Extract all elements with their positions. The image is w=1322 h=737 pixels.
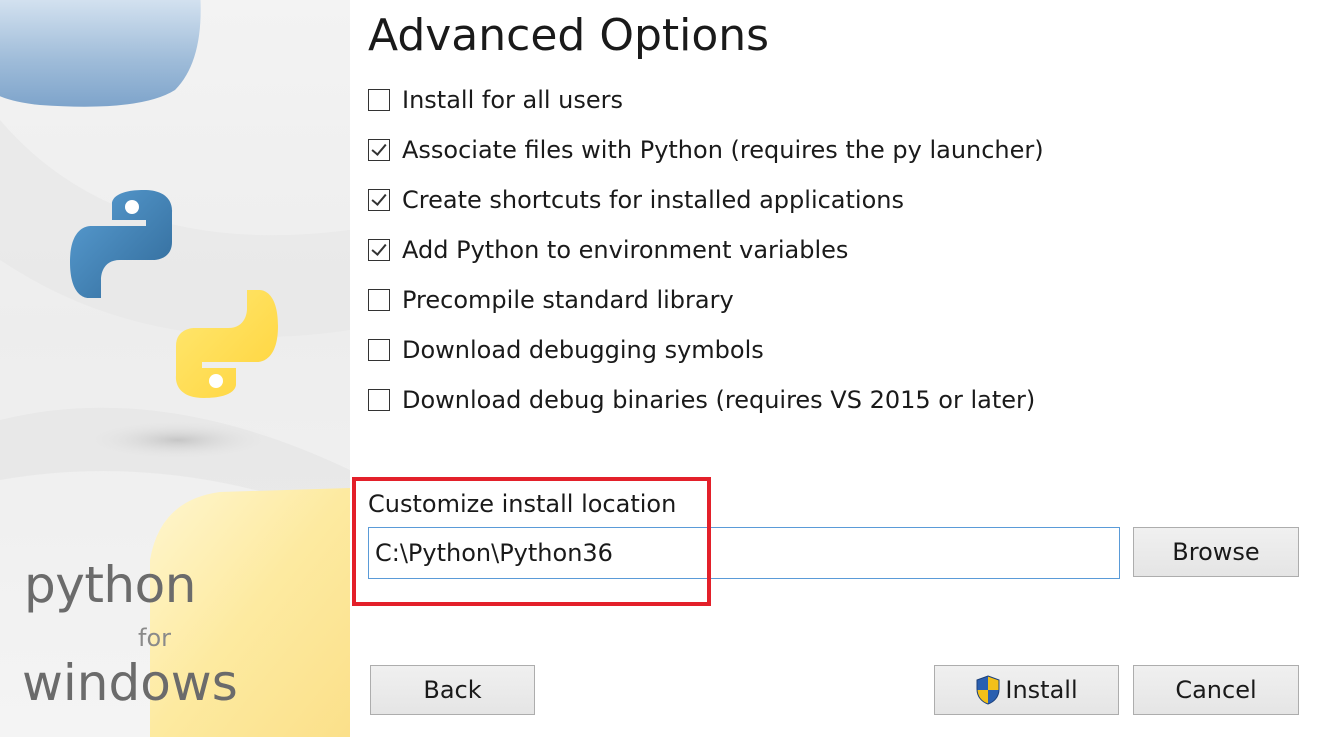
- checkbox-add-to-path[interactable]: [368, 239, 390, 261]
- installer-window: python for windows Advanced Options Inst…: [0, 0, 1322, 737]
- checkbox-precompile-stdlib[interactable]: [368, 289, 390, 311]
- option-add-to-path[interactable]: Add Python to environment variables: [368, 235, 848, 265]
- checkbox-create-shortcuts[interactable]: [368, 189, 390, 211]
- option-associate-files[interactable]: Associate files with Python (requires th…: [368, 135, 1044, 165]
- install-button-label: Install: [1005, 676, 1078, 704]
- brand-windows-text: windows: [22, 654, 238, 712]
- checkbox-associate-files[interactable]: [368, 139, 390, 161]
- option-label: Precompile standard library: [402, 286, 734, 314]
- brand-for-text: for: [138, 624, 171, 652]
- option-debug-symbols[interactable]: Download debugging symbols: [368, 335, 764, 365]
- option-label: Associate files with Python (requires th…: [402, 136, 1044, 164]
- side-banner: python for windows: [0, 0, 350, 737]
- browse-button[interactable]: Browse: [1133, 527, 1299, 577]
- option-label: Install for all users: [402, 86, 624, 114]
- option-label: Create shortcuts for installed applicati…: [402, 186, 904, 214]
- page-title: Advanced Options: [368, 10, 770, 61]
- option-install-all-users[interactable]: Install for all users: [368, 85, 623, 115]
- option-create-shortcuts[interactable]: Create shortcuts for installed applicati…: [368, 185, 904, 215]
- option-debug-binaries[interactable]: Download debug binaries (requires VS 201…: [368, 385, 1035, 415]
- side-banner-art: [0, 0, 350, 737]
- cancel-button[interactable]: Cancel: [1133, 665, 1299, 715]
- option-precompile-stdlib[interactable]: Precompile standard library: [368, 285, 734, 315]
- option-label: Download debug binaries (requires VS 201…: [402, 386, 1036, 414]
- back-button[interactable]: Back: [370, 665, 535, 715]
- option-label: Download debugging symbols: [402, 336, 764, 364]
- option-label: Add Python to environment variables: [402, 236, 849, 264]
- checkbox-install-all-users[interactable]: [368, 89, 390, 111]
- checkbox-debug-binaries[interactable]: [368, 389, 390, 411]
- install-location-input[interactable]: [368, 527, 1120, 579]
- uac-shield-icon: [976, 675, 1000, 705]
- install-location-label: Customize install location: [368, 490, 677, 518]
- checkbox-debug-symbols[interactable]: [368, 339, 390, 361]
- brand-python-text: python: [24, 556, 196, 614]
- install-button[interactable]: Install: [934, 665, 1119, 715]
